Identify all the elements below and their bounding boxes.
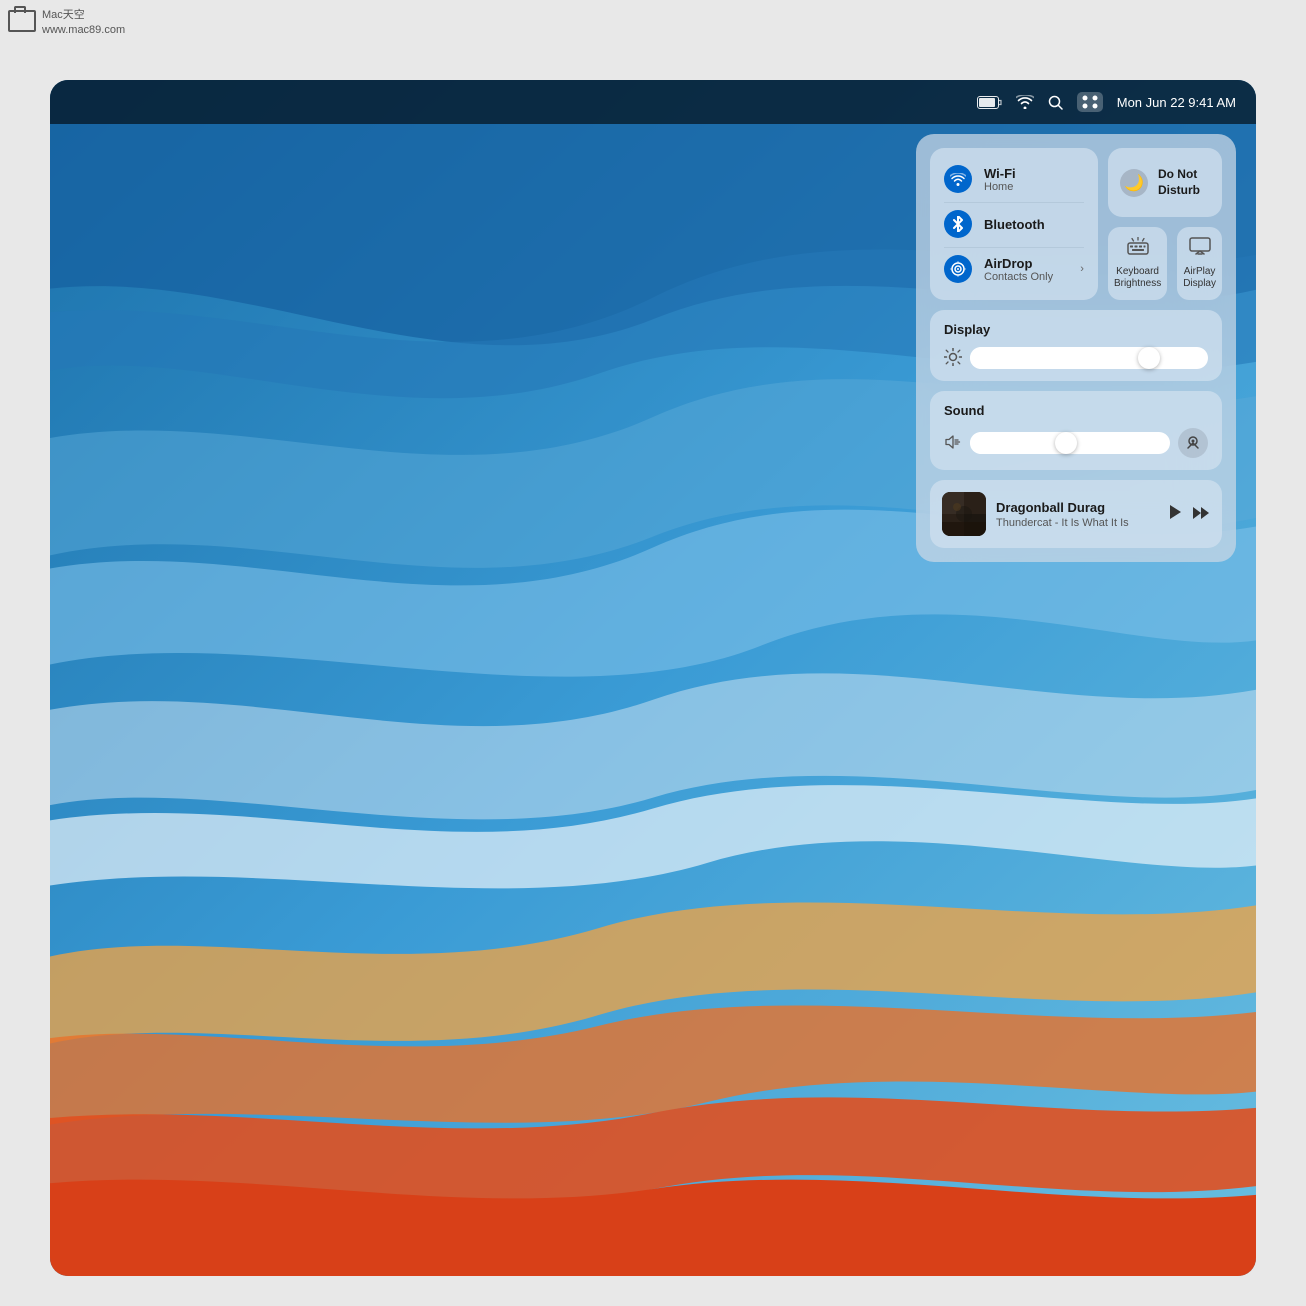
airdrop-icon-circle bbox=[944, 255, 972, 283]
playback-controls bbox=[1168, 504, 1210, 525]
watermark-line2: www.mac89.com bbox=[42, 23, 125, 38]
album-art bbox=[942, 492, 986, 536]
display-title: Display bbox=[944, 322, 1208, 337]
airdrop-label: AirDrop bbox=[984, 256, 1053, 271]
watermark: Mac天空 www.mac89.com bbox=[8, 8, 125, 39]
bluetooth-label: Bluetooth bbox=[984, 217, 1045, 232]
display-slider-row bbox=[944, 347, 1208, 369]
dnd-button[interactable]: 🌙 Do Not Disturb bbox=[1108, 148, 1222, 217]
cc-small-toggles: Keyboard Brightness AirPlay Display bbox=[1108, 227, 1222, 300]
wifi-text: Wi-Fi Home bbox=[984, 166, 1016, 193]
brightness-slider[interactable] bbox=[970, 347, 1208, 369]
airdrop-item[interactable]: AirDrop Contacts Only › bbox=[944, 247, 1084, 290]
play-button[interactable] bbox=[1168, 504, 1182, 525]
volume-icon bbox=[944, 435, 962, 452]
volume-slider[interactable] bbox=[970, 432, 1170, 454]
airplay-display-label: AirPlay Display bbox=[1183, 266, 1216, 290]
airdrop-subtitle: Contacts Only bbox=[984, 271, 1053, 283]
airdrop-chevron: › bbox=[1080, 263, 1084, 275]
watermark-line1: Mac天空 bbox=[42, 8, 125, 23]
airplay-display-icon bbox=[1189, 237, 1211, 261]
control-center-icon[interactable] bbox=[1077, 92, 1103, 112]
wifi-item[interactable]: Wi-Fi Home bbox=[944, 158, 1084, 200]
track-subtitle: Thundercat - It Is What It Is bbox=[996, 517, 1158, 529]
menu-bar: Mon Jun 22 9:41 AM bbox=[50, 80, 1256, 124]
dnd-icon: 🌙 bbox=[1120, 169, 1148, 197]
wifi-label: Wi-Fi bbox=[984, 166, 1016, 181]
skip-forward-button[interactable] bbox=[1192, 506, 1210, 523]
sound-section: Sound bbox=[930, 391, 1222, 470]
menubar-datetime: Mon Jun 22 9:41 AM bbox=[1117, 95, 1236, 110]
track-info: Dragonball Durag Thundercat - It Is What… bbox=[996, 500, 1158, 529]
cc-top-row: Wi-Fi Home Bluetooth bbox=[930, 148, 1222, 300]
keyboard-brightness-label: Keyboard Brightness bbox=[1114, 266, 1161, 290]
bluetooth-text: Bluetooth bbox=[984, 217, 1045, 232]
cc-connectivity-tile: Wi-Fi Home Bluetooth bbox=[930, 148, 1098, 300]
bluetooth-item[interactable]: Bluetooth bbox=[944, 202, 1084, 245]
control-center-panel: Wi-Fi Home Bluetooth bbox=[916, 134, 1236, 562]
keyboard-brightness-button[interactable]: Keyboard Brightness bbox=[1108, 227, 1167, 300]
sound-title: Sound bbox=[944, 403, 1208, 418]
airplay-audio-button[interactable] bbox=[1178, 428, 1208, 458]
wifi-indicator bbox=[1016, 95, 1034, 109]
bluetooth-icon-circle bbox=[944, 210, 972, 238]
battery-indicator bbox=[977, 96, 1002, 109]
mac-screen: Mon Jun 22 9:41 AM bbox=[50, 80, 1256, 1276]
cc-quick-toggles: 🌙 Do Not Disturb bbox=[1108, 148, 1222, 300]
search-icon[interactable] bbox=[1048, 95, 1063, 110]
airdrop-text: AirDrop Contacts Only bbox=[984, 256, 1053, 283]
airplay-display-button[interactable]: AirPlay Display bbox=[1177, 227, 1222, 300]
dnd-label: Do Not Disturb bbox=[1158, 167, 1210, 198]
track-title: Dragonball Durag bbox=[996, 500, 1158, 515]
now-playing-section: Dragonball Durag Thundercat - It Is What… bbox=[930, 480, 1222, 548]
wifi-subtitle: Home bbox=[984, 181, 1016, 193]
display-section: Display bbox=[930, 310, 1222, 381]
keyboard-brightness-icon bbox=[1127, 237, 1149, 261]
sound-row bbox=[944, 428, 1208, 458]
wifi-icon-circle bbox=[944, 165, 972, 193]
brightness-icon bbox=[944, 348, 962, 369]
